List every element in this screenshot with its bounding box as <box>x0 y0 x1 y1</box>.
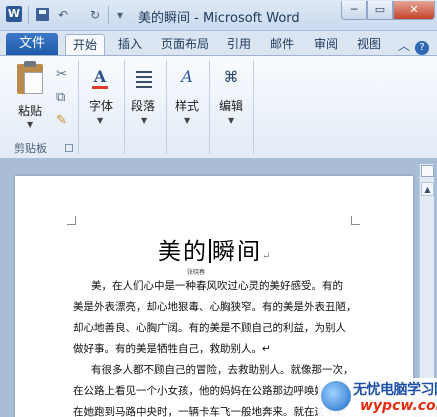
crop-mark <box>351 216 360 225</box>
watermark-logo <box>321 381 351 411</box>
group-separator <box>78 60 79 154</box>
body-line[interactable]: 在她跑到马路中央时，一辆卡车飞一般地奔来。就在这千钧 <box>73 402 346 417</box>
title-text-end: 瞬间 <box>212 239 262 265</box>
word-app-icon[interactable]: W <box>6 6 22 22</box>
brush-icon[interactable]: ✎ <box>56 114 67 128</box>
editing-button-label[interactable]: 编辑 <box>219 97 243 114</box>
group-separator <box>166 60 167 154</box>
undo-icon[interactable]: ↶ <box>54 6 72 24</box>
font-icon[interactable]: A <box>87 65 113 91</box>
quick-access-separator <box>108 6 109 24</box>
save-icon[interactable] <box>36 8 49 21</box>
body-line[interactable]: 在公路上看见一个小女孩，他的妈妈在公路那边呼唤她， <box>73 381 336 402</box>
paragraph-icon[interactable] <box>131 65 157 91</box>
minimize-button[interactable]: ─ <box>341 1 367 20</box>
group-separator <box>124 60 125 154</box>
tab-review[interactable]: 审阅 <box>309 34 343 56</box>
binoculars-icon[interactable]: ⌘ <box>218 65 244 91</box>
document-title[interactable]: 美的 瞬间↵ <box>158 232 270 266</box>
body-line[interactable]: 美是外表漂亮，却心地狠毒、心胸狭窄。有的美是外表丑陋， <box>73 297 357 318</box>
scroll-up-icon[interactable]: ▲ <box>421 182 434 196</box>
body-line[interactable]: 美，在人们心中是一种春风吹过心灵的美好感受。有的 <box>91 276 343 297</box>
paste-button-label[interactable]: 粘贴 <box>18 102 42 119</box>
minimize-ribbon-icon[interactable]: ︿ <box>398 39 410 53</box>
tab-view[interactable]: 视图 <box>352 34 386 56</box>
customize-quick-access-icon[interactable]: ▾ <box>111 6 129 24</box>
help-icon[interactable]: ? <box>415 41 429 55</box>
body-line[interactable]: 做好事。有的美是牺牲自己，救助别人。↵ <box>73 339 271 360</box>
font-dropdown-icon[interactable]: ▼ <box>97 116 103 125</box>
title-bar: W ↶ ↻ ▾ 美的瞬间 - Microsoft Word ─ ▭ ✕ <box>0 0 437 31</box>
watermark-url: wypcw.com <box>360 398 437 414</box>
quick-access-separator <box>28 6 29 24</box>
tab-mailings[interactable]: 邮件 <box>265 34 299 56</box>
tab-insert[interactable]: 插入 <box>113 34 147 56</box>
crop-mark <box>67 216 76 225</box>
paste-dropdown-icon[interactable]: ▼ <box>27 120 33 129</box>
tab-file[interactable]: 文件 <box>6 33 58 56</box>
body-line[interactable]: 有很多人都不顾自己的冒险，去救助别人。就像那一次， <box>91 360 354 381</box>
group-separator <box>253 60 254 154</box>
group-separator <box>209 60 210 154</box>
ribbon-right-icons: ︿? <box>398 37 429 55</box>
title-text-start: 美的 <box>158 239 208 265</box>
ruler-toggle-icon[interactable] <box>421 165 434 177</box>
window-controls: ─ ▭ ✕ <box>341 1 435 21</box>
editing-dropdown-icon[interactable]: ▼ <box>228 116 234 125</box>
scissors-icon[interactable]: ✂ <box>56 68 67 82</box>
text-cursor <box>209 239 211 263</box>
copy-icon[interactable]: ⧉ <box>56 91 65 105</box>
paste-icon[interactable] <box>17 61 43 94</box>
font-button-label[interactable]: 字体 <box>89 97 113 114</box>
tab-page-layout[interactable]: 页面布局 <box>157 34 213 56</box>
styles-button-label[interactable]: 样式 <box>175 97 199 114</box>
ribbon-tabs: 文件 开始 插入 页面布局 引用 邮件 审阅 视图 ︿? <box>0 31 437 56</box>
document-author: 张晓春 <box>187 269 206 276</box>
styles-icon[interactable]: A <box>174 65 200 91</box>
tab-home[interactable]: 开始 <box>65 34 105 56</box>
clipboard-group-label: 剪贴板 <box>14 142 47 155</box>
styles-dropdown-icon[interactable]: ▼ <box>184 116 190 125</box>
body-line[interactable]: 却心地善良、心胸广阔。有的美是不顾自己的利益，为别人 <box>73 318 346 339</box>
redo-icon[interactable]: ↻ <box>86 6 104 24</box>
ribbon-home: 粘贴 ▼ ✂ ⧉ ✎ 剪贴板 A 字体 ▼ 段落 ▼ A 样式 ▼ ⌘ 编辑 ▼ <box>0 55 437 159</box>
paragraph-mark: ↵ <box>262 251 271 262</box>
watermark-title: 无忧电脑学习网 <box>353 382 437 398</box>
close-button[interactable]: ✕ <box>393 1 435 20</box>
tab-references[interactable]: 引用 <box>222 34 256 56</box>
paragraph-button-label[interactable]: 段落 <box>131 97 155 114</box>
paragraph-dropdown-icon[interactable]: ▼ <box>141 116 147 125</box>
maximize-button[interactable]: ▭ <box>367 1 393 20</box>
site-watermark: 无忧电脑学习网 wypcw.com <box>318 378 437 417</box>
clipboard-dialog-launcher-icon[interactable] <box>65 144 73 152</box>
window-title: 美的瞬间 - Microsoft Word <box>138 11 300 26</box>
